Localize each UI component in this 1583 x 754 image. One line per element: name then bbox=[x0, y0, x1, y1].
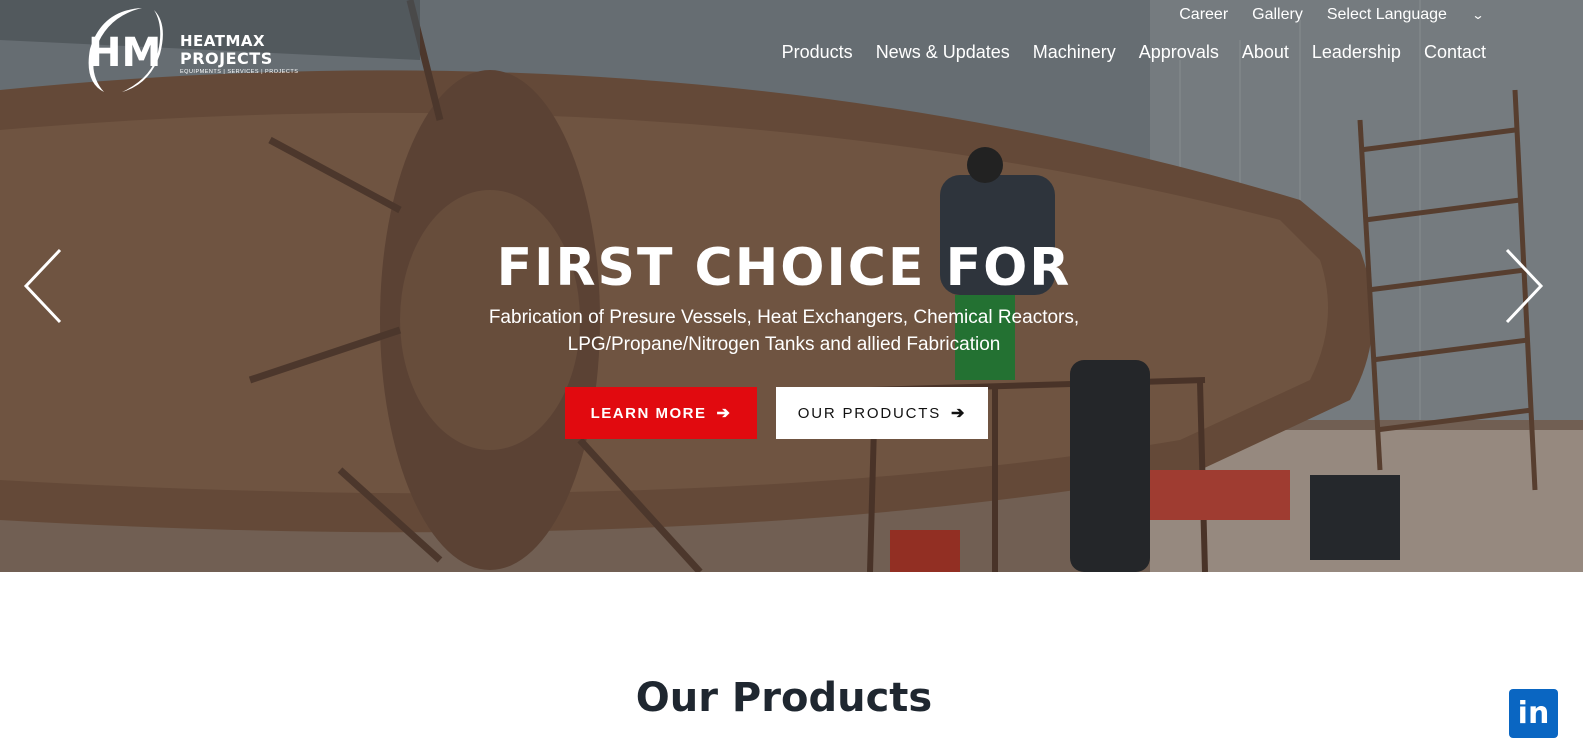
chevron-down-icon: ⌄ bbox=[1471, 8, 1485, 22]
nav-leadership-link[interactable]: Leadership bbox=[1312, 42, 1401, 63]
nav-contact-link[interactable]: Contact bbox=[1424, 42, 1486, 63]
our-products-button[interactable]: OUR PRODUCTS ➔ bbox=[776, 387, 988, 439]
logo-text: HEATMAX PROJECTS EQUIPMENTS | SERVICES |… bbox=[180, 34, 298, 76]
site-logo[interactable]: HM HEATMAX PROJECTS EQUIPMENTS | SERVICE… bbox=[82, 4, 298, 96]
nav-products-link[interactable]: Products bbox=[782, 42, 853, 63]
logo-monogram-icon: HM bbox=[82, 4, 174, 96]
page: HM HEATMAX PROJECTS EQUIPMENTS | SERVICE… bbox=[0, 0, 1583, 754]
nav-about-link[interactable]: About bbox=[1242, 42, 1289, 63]
logo-line-2: PROJECTS bbox=[180, 49, 273, 69]
nav-career-link[interactable]: Career bbox=[1179, 6, 1228, 24]
language-select[interactable]: Select Language ⌄ bbox=[1326, 6, 1485, 24]
arrow-right-icon: ➔ bbox=[716, 405, 732, 422]
arrow-right-icon: ➔ bbox=[951, 405, 967, 422]
utility-nav: Career Gallery Select Language ⌄ bbox=[1179, 6, 1485, 24]
linkedin-button[interactable]: in bbox=[1509, 689, 1558, 738]
products-section-title: Our Products bbox=[635, 675, 933, 721]
hero-headline: FIRST CHOICE FOR bbox=[496, 238, 1072, 298]
language-select-value: Select Language bbox=[1326, 6, 1447, 23]
logo-line-1: HEATMAX bbox=[180, 32, 266, 51]
hero-slider: HM HEATMAX PROJECTS EQUIPMENTS | SERVICE… bbox=[0, 0, 1583, 572]
hero-subline-1: Fabrication of Presure Vessels, Heat Exc… bbox=[488, 307, 1080, 328]
svg-text:HM: HM bbox=[88, 30, 161, 76]
learn-more-button[interactable]: LEARN MORE ➔ bbox=[565, 387, 757, 439]
our-products-label: OUR PRODUCTS bbox=[797, 404, 942, 422]
nav-news-link[interactable]: News & Updates bbox=[876, 42, 1010, 63]
nav-gallery-link[interactable]: Gallery bbox=[1252, 6, 1303, 24]
nav-approvals-link[interactable]: Approvals bbox=[1139, 42, 1219, 63]
main-nav: Products News & Updates Machinery Approv… bbox=[782, 42, 1486, 63]
nav-machinery-link[interactable]: Machinery bbox=[1033, 42, 1116, 63]
hero-subline-2: LPG/Propane/Nitrogen Tanks and allied Fa… bbox=[567, 334, 1001, 355]
logo-tagline: EQUIPMENTS | SERVICES | PROJECTS bbox=[180, 69, 299, 76]
hero-subline: Fabrication of Presure Vessels, Heat Exc… bbox=[0, 304, 1568, 358]
linkedin-icon: in bbox=[1517, 696, 1550, 731]
learn-more-label: LEARN MORE bbox=[590, 404, 707, 422]
